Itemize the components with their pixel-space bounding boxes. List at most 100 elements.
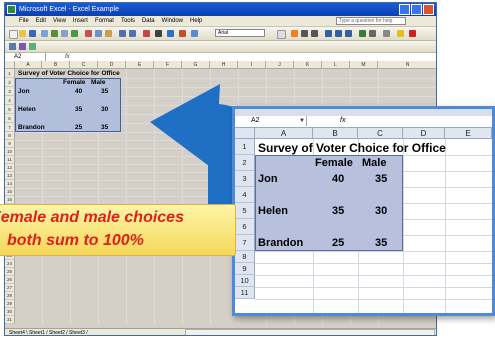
menu-data[interactable]: Data [142,16,155,26]
row-header[interactable]: 1 [5,69,15,78]
fill-color-icon[interactable] [397,30,404,37]
zoom-column-header[interactable]: E [445,128,492,139]
row-header[interactable]: 13 [5,172,15,180]
row-header[interactable]: 28 [5,292,15,300]
row-header[interactable]: 26 [5,276,15,284]
print-preview-icon[interactable] [61,30,68,37]
zoom-row-header[interactable]: 1 [235,139,255,155]
female-value-cell[interactable]: 35 [75,106,82,113]
toolbar-icon[interactable] [19,43,26,50]
copy-icon[interactable] [95,30,102,37]
menu-insert[interactable]: Insert [73,16,88,26]
sort-icon[interactable] [167,30,174,37]
row-header[interactable]: 8 [5,132,15,140]
zoom-sheet-title-cell[interactable]: Survey of Voter Choice for Office [258,141,446,155]
zoom-select-all-corner[interactable] [235,128,255,139]
column-header[interactable]: M [350,61,378,69]
row-header[interactable]: 27 [5,284,15,292]
column-header[interactable]: L [322,61,350,69]
currency-icon[interactable] [359,30,366,37]
zoom-row-header[interactable]: 4 [235,187,255,203]
column-header[interactable]: E [126,61,154,69]
row-header[interactable]: 14 [5,180,15,188]
zoom-name-cell[interactable]: Jon [258,173,278,185]
italic-icon[interactable] [301,30,308,37]
name-box[interactable]: A2 [6,53,46,61]
row-header[interactable]: 31 [5,316,15,324]
menu-edit[interactable]: Edit [36,16,46,26]
redo-icon[interactable] [129,30,136,37]
name-cell[interactable]: Helen [18,106,36,113]
zoom-male-value-cell[interactable]: 35 [375,237,387,249]
row-header[interactable]: 10 [5,148,15,156]
zoom-header-female-cell[interactable]: Female [315,157,353,169]
hyperlink-icon[interactable] [143,30,150,37]
close-button[interactable] [423,4,434,15]
zoom-column-header[interactable]: C [358,128,403,139]
menu-window[interactable]: Window [162,16,183,26]
menu-view[interactable]: View [53,16,66,26]
column-header[interactable]: G [182,61,210,69]
row-header[interactable]: 15 [5,188,15,196]
font-size-select[interactable] [277,30,286,39]
spelling-icon[interactable] [71,30,78,37]
header-female-cell[interactable]: Female [63,79,85,86]
zoom-row-header[interactable]: 5 [235,203,255,219]
menu-format[interactable]: Format [95,16,114,26]
row-header[interactable]: 7 [5,123,15,132]
drawing-icon[interactable] [191,30,198,37]
zoom-name-cell[interactable]: Helen [258,205,288,217]
zoom-column-header[interactable]: B [313,128,358,139]
chart-wizard-icon[interactable] [179,30,186,37]
minimize-button[interactable] [399,4,410,15]
font-color-icon[interactable] [409,30,416,37]
zoom-row-header[interactable]: 2 [235,155,255,171]
column-header[interactable]: J [266,61,294,69]
zoom-male-value-cell[interactable]: 35 [375,173,387,185]
row-header[interactable]: 16 [5,196,15,204]
chevron-down-icon[interactable]: ▼ [299,118,305,124]
row-header[interactable]: 4 [5,96,15,105]
sheet-title-cell[interactable]: Survey of Voter Choice for Office [18,70,120,77]
column-header[interactable]: D [98,61,126,69]
select-all-corner[interactable] [5,61,15,69]
zoom-row-header[interactable]: 7 [235,235,255,251]
menu-help[interactable]: Help [190,16,202,26]
zoom-column-header[interactable]: D [403,128,445,139]
align-left-icon[interactable] [325,30,332,37]
column-header[interactable]: A [15,61,42,69]
undo-icon[interactable] [119,30,126,37]
name-cell[interactable]: Jon [18,88,30,95]
horizontal-scrollbar[interactable] [185,329,435,335]
zoom-row-header[interactable]: 11 [235,287,255,299]
column-header[interactable]: H [210,61,238,69]
menu-file[interactable]: File [19,16,29,26]
permission-icon[interactable] [41,30,48,37]
zoom-male-value-cell[interactable]: 30 [375,205,387,217]
row-header[interactable]: 6 [5,114,15,123]
row-header[interactable]: 9 [5,140,15,148]
row-header[interactable]: 3 [5,87,15,96]
column-header[interactable]: B [42,61,70,69]
row-header[interactable]: 30 [5,308,15,316]
help-search-input[interactable]: Type a question for help [336,17,406,25]
zoom-fx-label[interactable]: fx [340,116,345,126]
male-value-cell[interactable]: 35 [101,88,108,95]
save-icon[interactable] [29,30,36,37]
zoom-row-header[interactable]: 10 [235,275,255,287]
female-value-cell[interactable]: 25 [75,124,82,131]
menu-tools[interactable]: Tools [121,16,135,26]
column-header[interactable]: N [378,61,436,69]
header-male-cell[interactable]: Male [91,79,105,86]
female-value-cell[interactable]: 40 [75,88,82,95]
bold-icon[interactable] [291,30,298,37]
print-icon[interactable] [51,30,58,37]
row-header[interactable]: 5 [5,105,15,114]
zoom-female-value-cell[interactable]: 35 [332,205,344,217]
column-header[interactable]: K [294,61,322,69]
paste-icon[interactable] [105,30,112,37]
zoom-female-value-cell[interactable]: 25 [332,237,344,249]
new-icon[interactable] [9,30,18,39]
column-header[interactable]: I [238,61,266,69]
row-header[interactable]: 29 [5,300,15,308]
